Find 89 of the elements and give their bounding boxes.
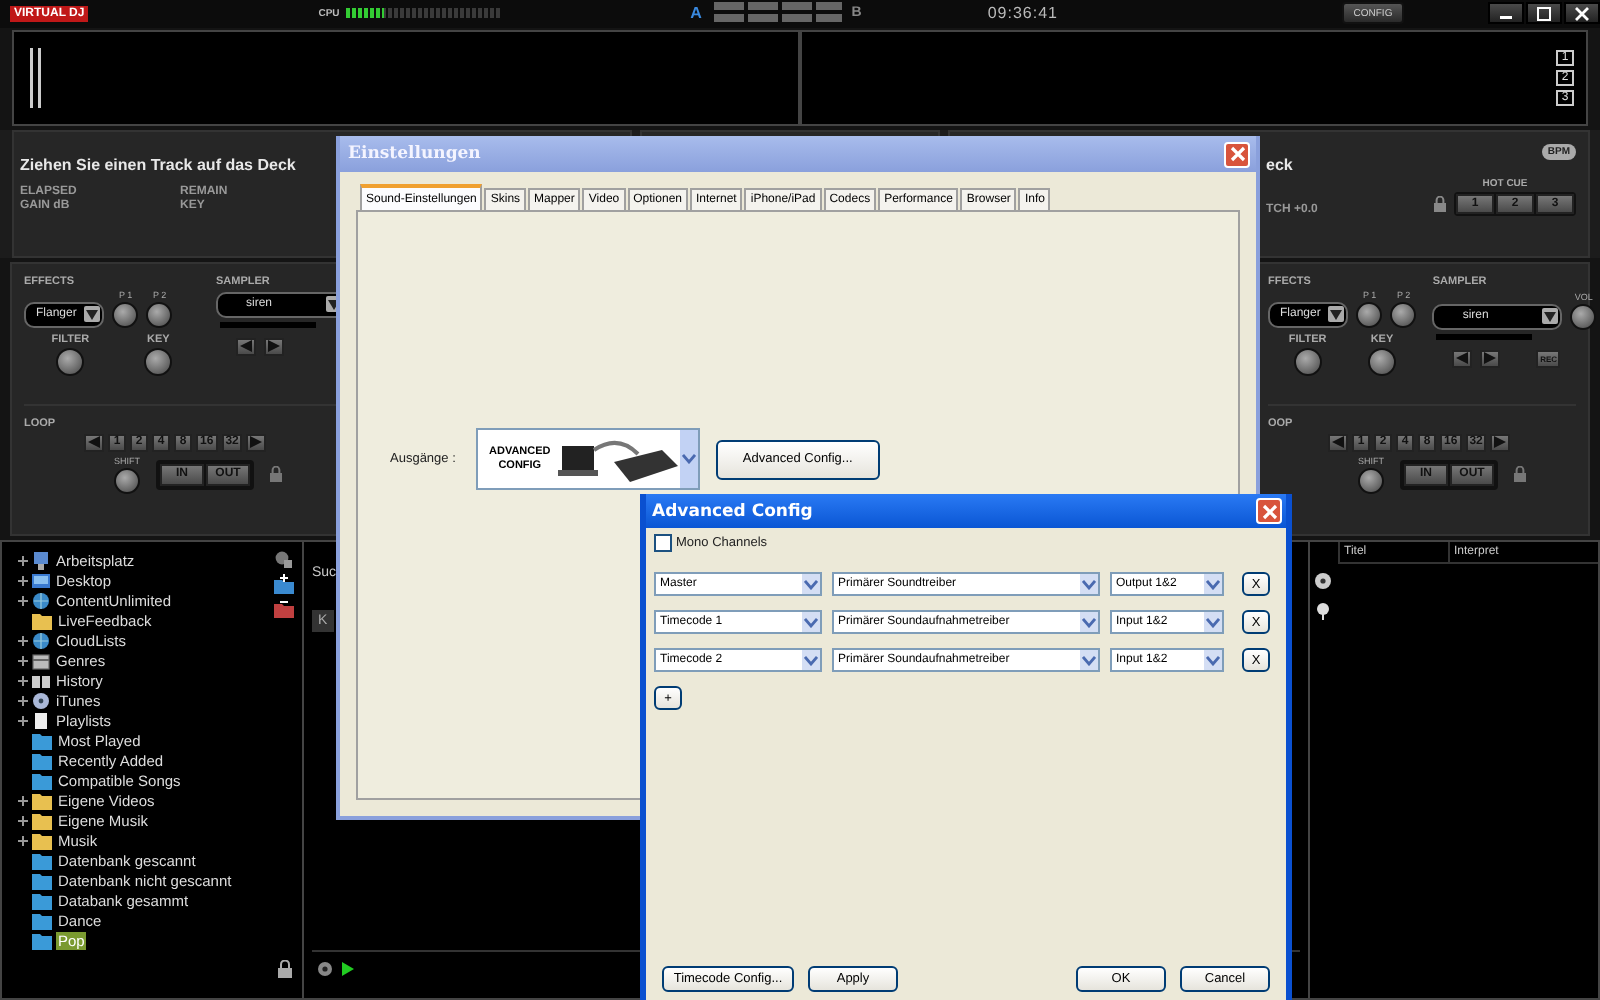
knob[interactable] xyxy=(1367,347,1396,376)
chevron-icon xyxy=(1082,655,1096,665)
chevron-icon xyxy=(804,579,818,589)
expand-icon[interactable] xyxy=(18,675,28,686)
left-triangle-icon xyxy=(240,340,252,353)
pin-icon[interactable] xyxy=(1314,602,1332,621)
loop-back-button[interactable] xyxy=(84,433,104,452)
expand-icon[interactable] xyxy=(18,815,28,826)
globe-icon xyxy=(32,631,50,650)
clock: 09:36:41 xyxy=(987,4,1058,23)
deck-title: Ziehen Sie einen Track auf das Deck xyxy=(20,155,298,174)
chevron-icon xyxy=(1082,579,1096,589)
knob[interactable] xyxy=(112,301,139,328)
right-triangle-icon xyxy=(268,340,280,353)
previous-button[interactable] xyxy=(1452,349,1473,368)
expand-icon[interactable] xyxy=(18,795,28,806)
caret-icon xyxy=(1542,308,1559,325)
chevron-icon xyxy=(681,454,696,464)
knob[interactable] xyxy=(1390,301,1417,328)
knob[interactable] xyxy=(114,467,140,494)
crossfader-slots-icon xyxy=(713,2,842,25)
knob[interactable] xyxy=(1358,467,1384,494)
maximize-button[interactable] xyxy=(1526,2,1562,25)
loop-forward-button[interactable] xyxy=(1490,433,1511,452)
previous-button[interactable] xyxy=(236,337,256,356)
expand-icon[interactable] xyxy=(18,555,28,566)
box-icon xyxy=(32,651,50,670)
close-icon xyxy=(1574,5,1590,22)
lock-icon xyxy=(277,960,291,978)
maximize-icon xyxy=(1536,5,1552,22)
close-icon xyxy=(1229,146,1245,162)
right-triangle-icon xyxy=(250,436,263,449)
chevron-icon xyxy=(804,617,818,627)
expand-icon[interactable] xyxy=(18,835,28,846)
chevron-icon xyxy=(804,655,818,665)
folder-icon xyxy=(32,611,52,630)
knob[interactable] xyxy=(144,347,173,376)
globe-icon xyxy=(32,591,50,610)
book-icon xyxy=(32,671,50,690)
knob[interactable] xyxy=(146,301,173,328)
checkbox[interactable] xyxy=(654,534,672,552)
document-icon xyxy=(32,711,50,730)
chevron-icon xyxy=(1206,655,1220,665)
expand-icon[interactable] xyxy=(18,695,28,706)
expand-icon[interactable] xyxy=(18,635,28,646)
lock-icon xyxy=(1434,195,1446,212)
deck-title: eck xyxy=(1266,155,1293,174)
knob[interactable] xyxy=(1293,347,1322,376)
chevron-icon xyxy=(1206,579,1220,589)
settings-icon[interactable] xyxy=(316,960,334,978)
sampler-bar xyxy=(1436,333,1533,340)
knob[interactable] xyxy=(1570,303,1597,330)
expand-icon[interactable] xyxy=(18,655,28,666)
close-button[interactable] xyxy=(1564,2,1600,25)
loop-back-button[interactable] xyxy=(1328,433,1348,452)
playhead-marker-icon xyxy=(30,47,42,108)
expand-icon[interactable] xyxy=(18,595,28,606)
close-icon xyxy=(1261,503,1277,519)
folder-add-icon[interactable] xyxy=(274,574,294,595)
play-icon[interactable] xyxy=(342,962,354,976)
caret-icon xyxy=(84,306,101,323)
disc-icon xyxy=(32,691,50,710)
disc-icon[interactable] xyxy=(1314,572,1332,591)
caret-icon xyxy=(1328,306,1345,323)
folder-remove-icon[interactable] xyxy=(274,598,294,619)
dialog-title: Einstellungen xyxy=(348,144,481,164)
loop-forward-button[interactable] xyxy=(246,433,267,452)
expand-icon[interactable] xyxy=(18,575,28,586)
sampler-bar xyxy=(220,321,316,328)
next-button[interactable] xyxy=(264,337,284,356)
left-triangle-icon xyxy=(1332,436,1344,449)
next-button[interactable] xyxy=(1480,349,1501,368)
computer-icon xyxy=(32,551,50,570)
right-triangle-icon xyxy=(1484,352,1497,365)
left-triangle-icon xyxy=(1456,352,1469,365)
lock-icon xyxy=(270,466,282,483)
knob[interactable] xyxy=(56,347,85,376)
lock-icon xyxy=(1514,466,1526,483)
dialog-title: Advanced Config xyxy=(652,501,813,521)
expand-icon[interactable] xyxy=(18,715,28,726)
minimize-button[interactable] xyxy=(1488,2,1524,25)
right-triangle-icon xyxy=(1494,436,1507,449)
desktop-icon xyxy=(32,571,50,590)
knob[interactable] xyxy=(1356,301,1383,328)
deck-a-label: A xyxy=(690,4,702,23)
chevron-icon xyxy=(1206,617,1220,627)
chevron-icon xyxy=(1082,617,1096,627)
minimize-icon xyxy=(1500,15,1512,20)
left-triangle-icon xyxy=(88,436,100,449)
